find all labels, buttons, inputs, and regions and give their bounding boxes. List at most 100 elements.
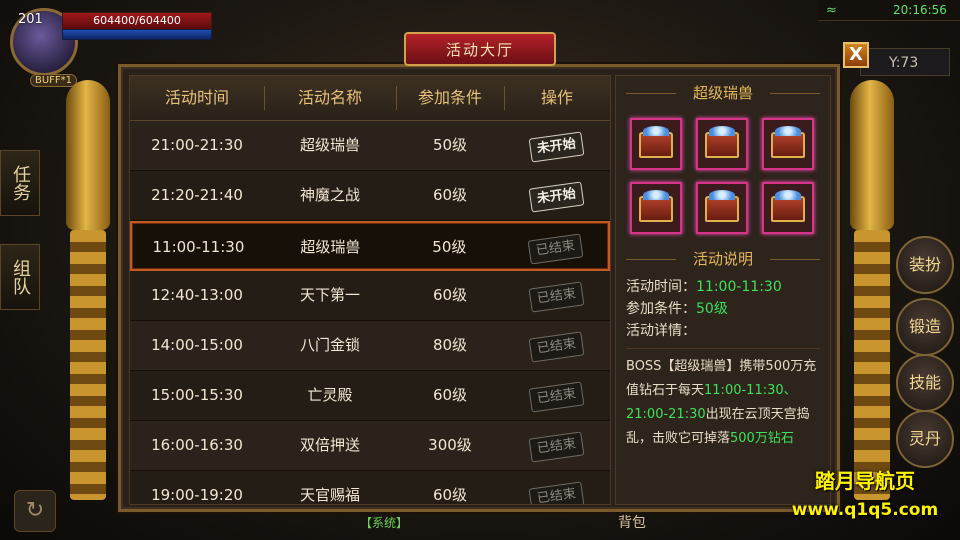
dialog-title: 活动大厅 [404, 32, 556, 66]
time-line: 活动时间：11:00-11:30 [616, 276, 830, 298]
cell-action: 未开始 [504, 121, 610, 170]
cell-name: 神魔之战 [299, 186, 360, 204]
condition-label: 参加条件： [626, 301, 696, 317]
table-row[interactable]: 14:00-15:00 八门金锁 80级 已结束 [130, 321, 610, 371]
cell-time: 14:00-15:00 [151, 336, 243, 354]
ended-badge[interactable]: 已结束 [529, 331, 585, 363]
wifi-icon: ≈ [826, 3, 837, 18]
cell-time: 12:40-13:00 [151, 286, 243, 304]
table-row[interactable]: 11:00-11:30 超级瑞兽 50级 已结束 [130, 221, 610, 271]
outfit-button[interactable]: 装扮 [896, 236, 954, 294]
table-row[interactable]: 21:20-21:40 神魔之战 60级 未开始 [130, 171, 610, 221]
forge-button[interactable]: 锻造 [896, 298, 954, 356]
skill-button[interactable]: 技能 [896, 354, 954, 412]
header-action: 操作 [504, 76, 610, 120]
reward-slot[interactable] [696, 118, 748, 170]
cell-condition: 50级 [432, 136, 468, 154]
ended-badge[interactable]: 已结束 [529, 431, 585, 463]
table-row[interactable]: 19:00-19:20 天官赐福 60级 已结束 [130, 471, 610, 504]
cell-name: 超级瑞兽 [299, 136, 360, 154]
ended-badge[interactable]: 已结束 [529, 281, 585, 313]
desc-reward: 500万钻石 [730, 431, 794, 446]
watermark-promo: 踏月导航页 www.q1q5.com [770, 466, 960, 532]
treasure-chest-icon [771, 126, 805, 158]
cell-condition: 300级 [428, 436, 472, 454]
treasure-chest-icon [639, 190, 673, 222]
time-label: 活动时间： [626, 279, 696, 295]
table-row[interactable]: 21:00-21:30 超级瑞兽 50级 未开始 [130, 121, 610, 171]
cell-name: 天下第一 [299, 286, 360, 304]
header-time: 活动时间 [164, 88, 229, 107]
cell-name: 双倍押送 [299, 436, 360, 454]
divider [626, 348, 820, 349]
right-guardian-statue [840, 80, 904, 500]
mp-bar [62, 29, 212, 40]
reward-slot[interactable] [762, 182, 814, 234]
cell-action: 已结束 [504, 471, 610, 504]
header-condition: 参加条件 [396, 76, 504, 120]
activity-description: BOSS【超级瑞兽】携带500万充值钻石于每天11:00-11:30、21:00… [616, 355, 830, 451]
ended-badge[interactable]: 已结束 [529, 481, 585, 504]
cell-time: 19:00-19:20 [151, 486, 243, 504]
cell-time: 15:00-15:30 [151, 386, 243, 404]
cell-time: 21:00-21:30 [151, 136, 243, 154]
ended-badge[interactable]: 已结束 [529, 381, 585, 413]
activity-table: 活动时间 活动名称 参加条件 操作 21:00-21:30 超级瑞兽 50级 未开始 2… [129, 75, 611, 505]
table-header: 活动时间 活动名称 参加条件 操作 [130, 76, 610, 121]
cell-time: 21:20-21:40 [151, 186, 243, 204]
close-button[interactable]: X [843, 42, 869, 68]
cell-action: 已结束 [504, 271, 610, 320]
treasure-chest-icon [771, 190, 805, 222]
reward-grid [616, 110, 830, 242]
not-started-badge[interactable]: 未开始 [529, 131, 585, 163]
elixir-button[interactable]: 灵丹 [896, 410, 954, 468]
promo-line-2: www.q1q5.com [791, 500, 939, 520]
ended-badge[interactable]: 已结束 [527, 233, 584, 265]
description-title: 活动说明 [616, 242, 830, 276]
tab-task[interactable]: 任务 [0, 150, 40, 216]
not-started-badge[interactable]: 未开始 [529, 181, 585, 213]
left-guardian-statue [56, 80, 120, 500]
treasure-chest-icon [639, 126, 673, 158]
tab-team[interactable]: 组队 [0, 244, 40, 310]
player-level: 201 [18, 12, 43, 27]
promo-line-1: 踏月导航页 [815, 469, 915, 493]
table-row[interactable]: 16:00-16:30 双倍押送 300级 已结束 [130, 421, 610, 471]
reward-slot[interactable] [696, 182, 748, 234]
cell-action: 已结束 [503, 223, 608, 269]
reward-slot[interactable] [630, 118, 682, 170]
cell-action: 已结束 [504, 371, 610, 420]
table-body: 21:00-21:30 超级瑞兽 50级 未开始 21:20-21:40 神魔之战 60级未… [130, 121, 610, 504]
side-tabs: 任务 组队 [0, 150, 42, 338]
reward-slot[interactable] [630, 182, 682, 234]
reward-title: 超级瑞兽 [616, 76, 830, 110]
cell-condition: 80级 [432, 336, 468, 354]
activity-hall-dialog: 活动时间 活动名称 参加条件 操作 21:00-21:30 超级瑞兽 50级 未开始 2… [118, 64, 840, 512]
cell-name: 亡灵殿 [307, 386, 353, 404]
table-row[interactable]: 12:40-13:00 天下第一 60级 已结束 [130, 271, 610, 321]
table-row[interactable]: 15:00-15:30 亡灵殿 60级 已结束 [130, 371, 610, 421]
cell-condition: 60级 [432, 386, 468, 404]
cell-condition: 60级 [432, 286, 468, 304]
condition-line: 参加条件：50级 [616, 298, 830, 320]
cell-condition: 60级 [432, 186, 468, 204]
cell-action: 已结束 [504, 421, 610, 470]
refresh-icon[interactable]: ↻ [14, 490, 56, 532]
cell-name: 天官赐福 [299, 486, 360, 504]
clock: 20:16:56 [893, 3, 947, 17]
treasure-chest-icon [705, 190, 739, 222]
header-name: 活动名称 [264, 76, 396, 120]
cell-name: 超级瑞兽 [300, 238, 361, 256]
hp-bar: 604400/604400 [62, 12, 212, 30]
treasure-chest-icon [705, 126, 739, 158]
system-chat: 【系统】 [360, 516, 409, 530]
reward-slot[interactable] [762, 118, 814, 170]
time-value: 11:00-11:30 [696, 279, 782, 295]
cell-name: 八门金锁 [299, 336, 360, 354]
detail-label: 活动详情： [626, 323, 696, 339]
bag-button[interactable]: 背包 [618, 512, 646, 532]
cell-time: 16:00-16:30 [151, 436, 243, 454]
cell-action: 未开始 [504, 171, 610, 220]
coordinate-readout: Y:73 [860, 48, 950, 76]
cell-time: 11:00-11:30 [152, 238, 245, 256]
